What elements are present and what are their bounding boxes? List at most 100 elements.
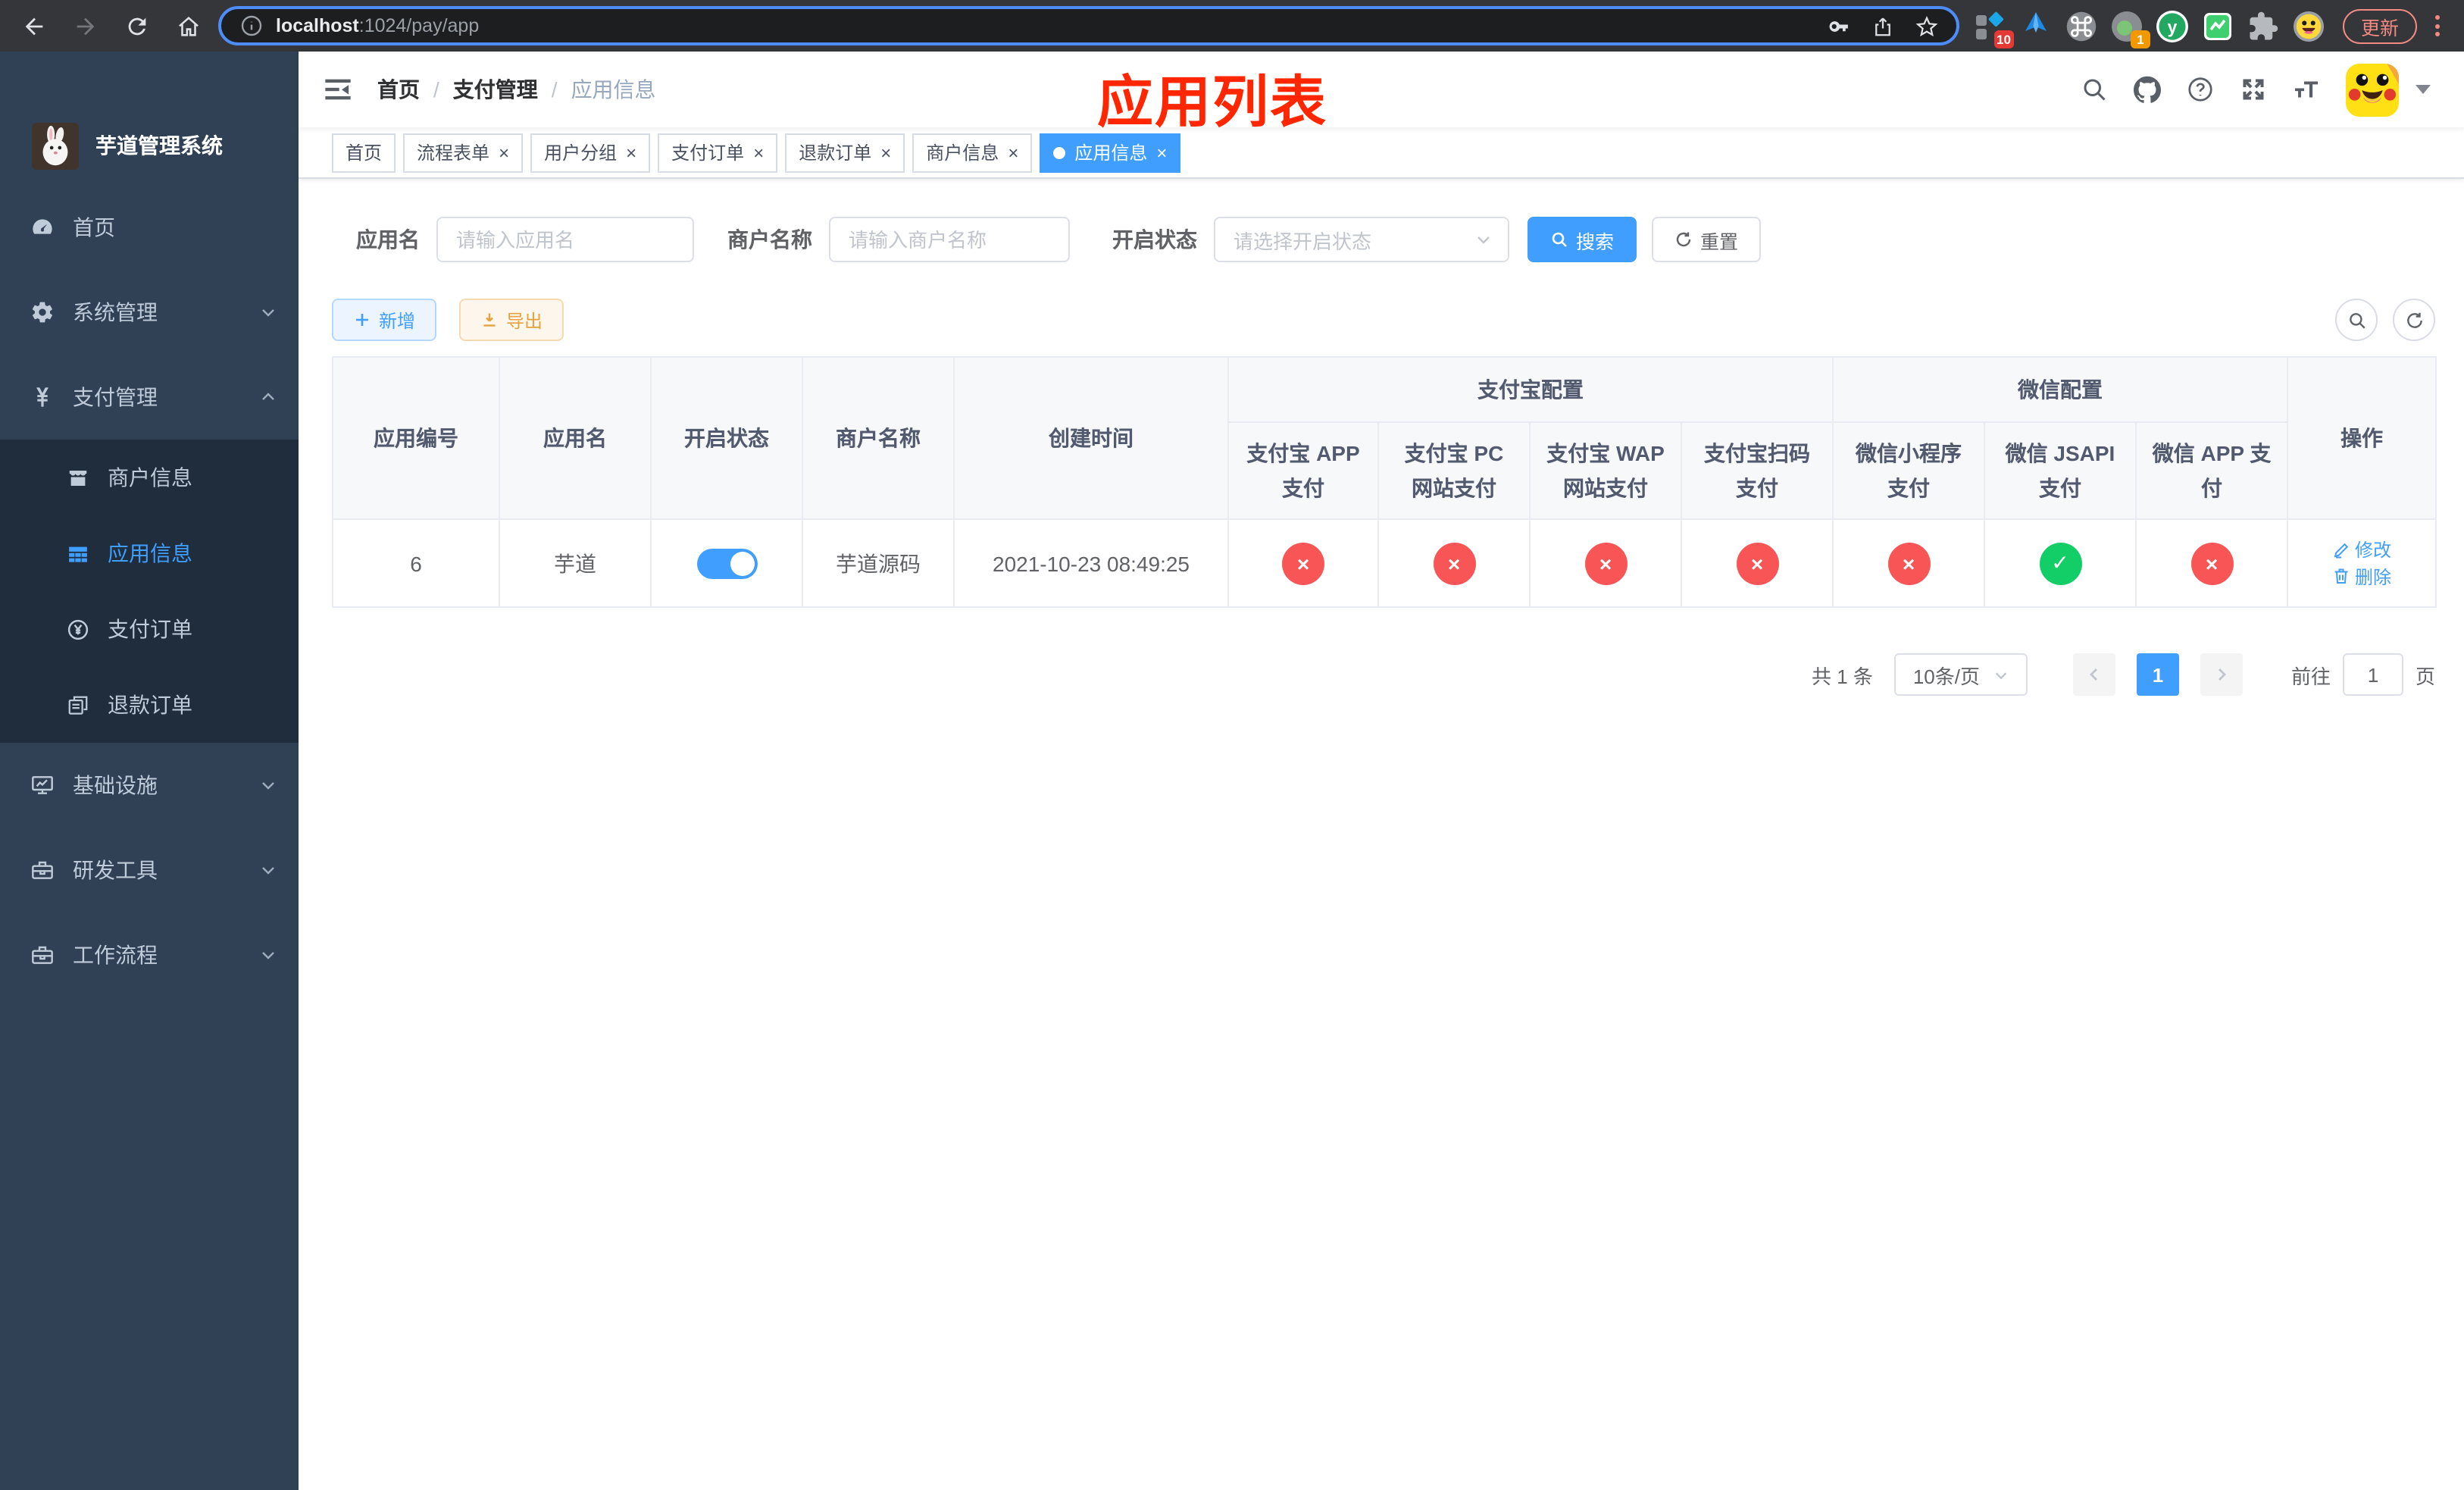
back-icon[interactable] (12, 5, 55, 47)
password-key-icon[interactable] (1828, 14, 1850, 37)
font-size-icon[interactable] (2293, 76, 2320, 103)
search-button[interactable]: 搜索 (1527, 217, 1637, 262)
extension-emoji-icon[interactable] (2293, 10, 2325, 42)
status-select-placeholder: 请选择开启状态 (1234, 230, 1372, 252)
sidebar-submenu-payment: 商户信息 应用信息 支付订单 退款订单 (0, 440, 299, 743)
sidebar-item-home[interactable]: 首页 (0, 185, 299, 270)
breadcrumb-home[interactable]: 首页 (377, 74, 420, 105)
extension-recorder-icon[interactable]: 1 (2111, 10, 2150, 48)
sidebar-item-merchant-info[interactable]: 商户信息 (0, 440, 299, 515)
search-button-label: 搜索 (1576, 231, 1615, 252)
table-row: 6 芋道 芋道源码 2021-10-23 08:49:25 × × × × × … (332, 518, 2437, 608)
github-icon[interactable] (2134, 76, 2161, 103)
app-logo-row[interactable]: 芋道管理系统 (0, 52, 299, 185)
page-size-select[interactable]: 10条/页 (1893, 653, 2028, 696)
tab-close-icon[interactable]: × (499, 143, 509, 161)
sidebar-item-label: 工作流程 (73, 943, 158, 967)
tab-home[interactable]: 首页 (332, 133, 396, 172)
sidebar-collapse-icon[interactable] (323, 74, 353, 105)
share-icon[interactable] (1871, 14, 1894, 37)
tab-close-icon[interactable]: × (1008, 143, 1018, 161)
browser-toolbar: localhost:1024/pay/app 10 1 y 更新 (0, 0, 2464, 52)
alipay-wap-status-icon[interactable]: × (1584, 542, 1627, 584)
page-number-1[interactable]: 1 (2136, 653, 2179, 696)
extension-kite-icon[interactable] (2020, 10, 2052, 42)
next-page-button[interactable] (2200, 653, 2243, 696)
forward-icon[interactable] (64, 5, 106, 47)
site-info-icon[interactable] (239, 14, 264, 38)
col-created: 创建时间 (953, 356, 1229, 520)
edit-pencil-icon (2334, 542, 2349, 558)
status-select[interactable]: 请选择开启状态 (1214, 217, 1509, 262)
goto-page-input[interactable] (2342, 653, 2403, 696)
extension-y-icon[interactable]: y (2156, 10, 2188, 42)
extension-blocks-icon[interactable]: 10 (1975, 10, 2014, 48)
home-icon[interactable] (167, 5, 209, 47)
export-button[interactable]: 导出 (459, 299, 564, 341)
delete-link[interactable]: 删除 (2332, 563, 2391, 589)
sidebar-item-infrastructure[interactable]: 基础设施 (0, 743, 299, 828)
refresh-table-button[interactable] (2393, 299, 2435, 341)
bookmark-star-icon[interactable] (1915, 14, 1938, 37)
merchant-name-input[interactable] (849, 228, 1050, 251)
tab-process-form[interactable]: 流程表单 × (403, 133, 524, 172)
add-button[interactable]: 新增 (332, 299, 437, 341)
sidebar-item-system[interactable]: 系统管理 (0, 270, 299, 355)
sidebar-item-workflow[interactable]: 工作流程 (0, 912, 299, 997)
wechat-jsapi-status-icon[interactable]: ✓ (2039, 542, 2081, 584)
reset-button[interactable]: 重置 (1652, 217, 1762, 262)
tab-pay-orders[interactable]: 支付订单 × (658, 133, 778, 172)
col-group-wechat: 微信配置 (1831, 356, 2289, 423)
tab-close-icon[interactable]: × (880, 143, 891, 161)
alipay-app-status-icon[interactable]: × (1282, 542, 1324, 584)
alipay-qr-status-icon[interactable]: × (1736, 542, 1778, 584)
tab-close-icon[interactable]: × (753, 143, 764, 161)
breadcrumb-payment[interactable]: 支付管理 (453, 74, 538, 105)
user-avatar[interactable] (2346, 63, 2399, 116)
sidebar-item-pay-orders[interactable]: 支付订单 (0, 591, 299, 667)
main-area: 首页 / 支付管理 / 应用信息 首页 流程表单 × 用户分组 × 支付订单 ×… (299, 52, 2464, 1490)
search-icon[interactable] (2081, 76, 2108, 103)
wechat-app-status-icon[interactable]: × (2190, 542, 2234, 584)
sidebar-item-dev-tools[interactable]: 研发工具 (0, 828, 299, 912)
tab-user-group[interactable]: 用户分组 × (530, 133, 651, 172)
top-navbar: 首页 / 支付管理 / 应用信息 (299, 52, 2464, 127)
prev-page-button[interactable] (2072, 653, 2115, 696)
browser-update-button[interactable]: 更新 (2342, 8, 2417, 43)
fullscreen-icon[interactable] (2240, 76, 2267, 103)
tab-close-icon[interactable]: × (626, 143, 636, 161)
help-icon[interactable] (2187, 76, 2214, 103)
col-merchant: 商户名称 (802, 356, 955, 520)
navbar-tools (2081, 63, 2431, 116)
extension-chat-icon[interactable] (2202, 10, 2234, 42)
chevron-down-icon (262, 309, 274, 317)
toolbox-icon (30, 858, 55, 882)
tab-label: 用户分组 (544, 142, 618, 164)
app-name-input[interactable] (456, 228, 674, 251)
tab-merchant-info[interactable]: 商户信息 × (912, 133, 1033, 172)
col-wechat-mini: 微信小程序支付 (1832, 421, 1985, 520)
extension-command-icon[interactable] (2065, 10, 2097, 42)
delete-link-label: 删除 (2355, 566, 2392, 587)
edit-link[interactable]: 修改 (2332, 537, 2391, 562)
enabled-toggle[interactable] (696, 548, 757, 578)
extension-puzzle-icon[interactable] (2247, 10, 2279, 42)
toggle-search-button[interactable] (2335, 299, 2378, 341)
avatar-caret-icon[interactable] (2416, 85, 2431, 94)
tab-label: 退款订单 (799, 142, 872, 164)
col-alipay-pc: 支付宝 PC 网站支付 (1377, 421, 1531, 520)
tab-close-icon[interactable]: × (1156, 143, 1167, 161)
browser-menu-icon[interactable] (2423, 15, 2452, 36)
col-status: 开启状态 (650, 356, 803, 520)
wechat-mini-status-icon[interactable]: × (1887, 542, 1930, 584)
sidebar-item-refund-orders[interactable]: 退款订单 (0, 667, 299, 743)
tab-app-info[interactable]: 应用信息 × (1040, 133, 1181, 172)
sidebar-item-payment[interactable]: 支付管理 (0, 355, 299, 440)
address-bar[interactable]: localhost:1024/pay/app (218, 6, 1959, 45)
reload-icon[interactable] (115, 5, 158, 47)
alipay-pc-status-icon[interactable]: × (1433, 542, 1475, 584)
tab-refund-orders[interactable]: 退款订单 × (785, 133, 905, 172)
pagination-total: 共 1 条 (1812, 665, 1873, 687)
sidebar-item-app-info[interactable]: 应用信息 (0, 515, 299, 591)
chevron-down-icon (1994, 671, 2006, 679)
